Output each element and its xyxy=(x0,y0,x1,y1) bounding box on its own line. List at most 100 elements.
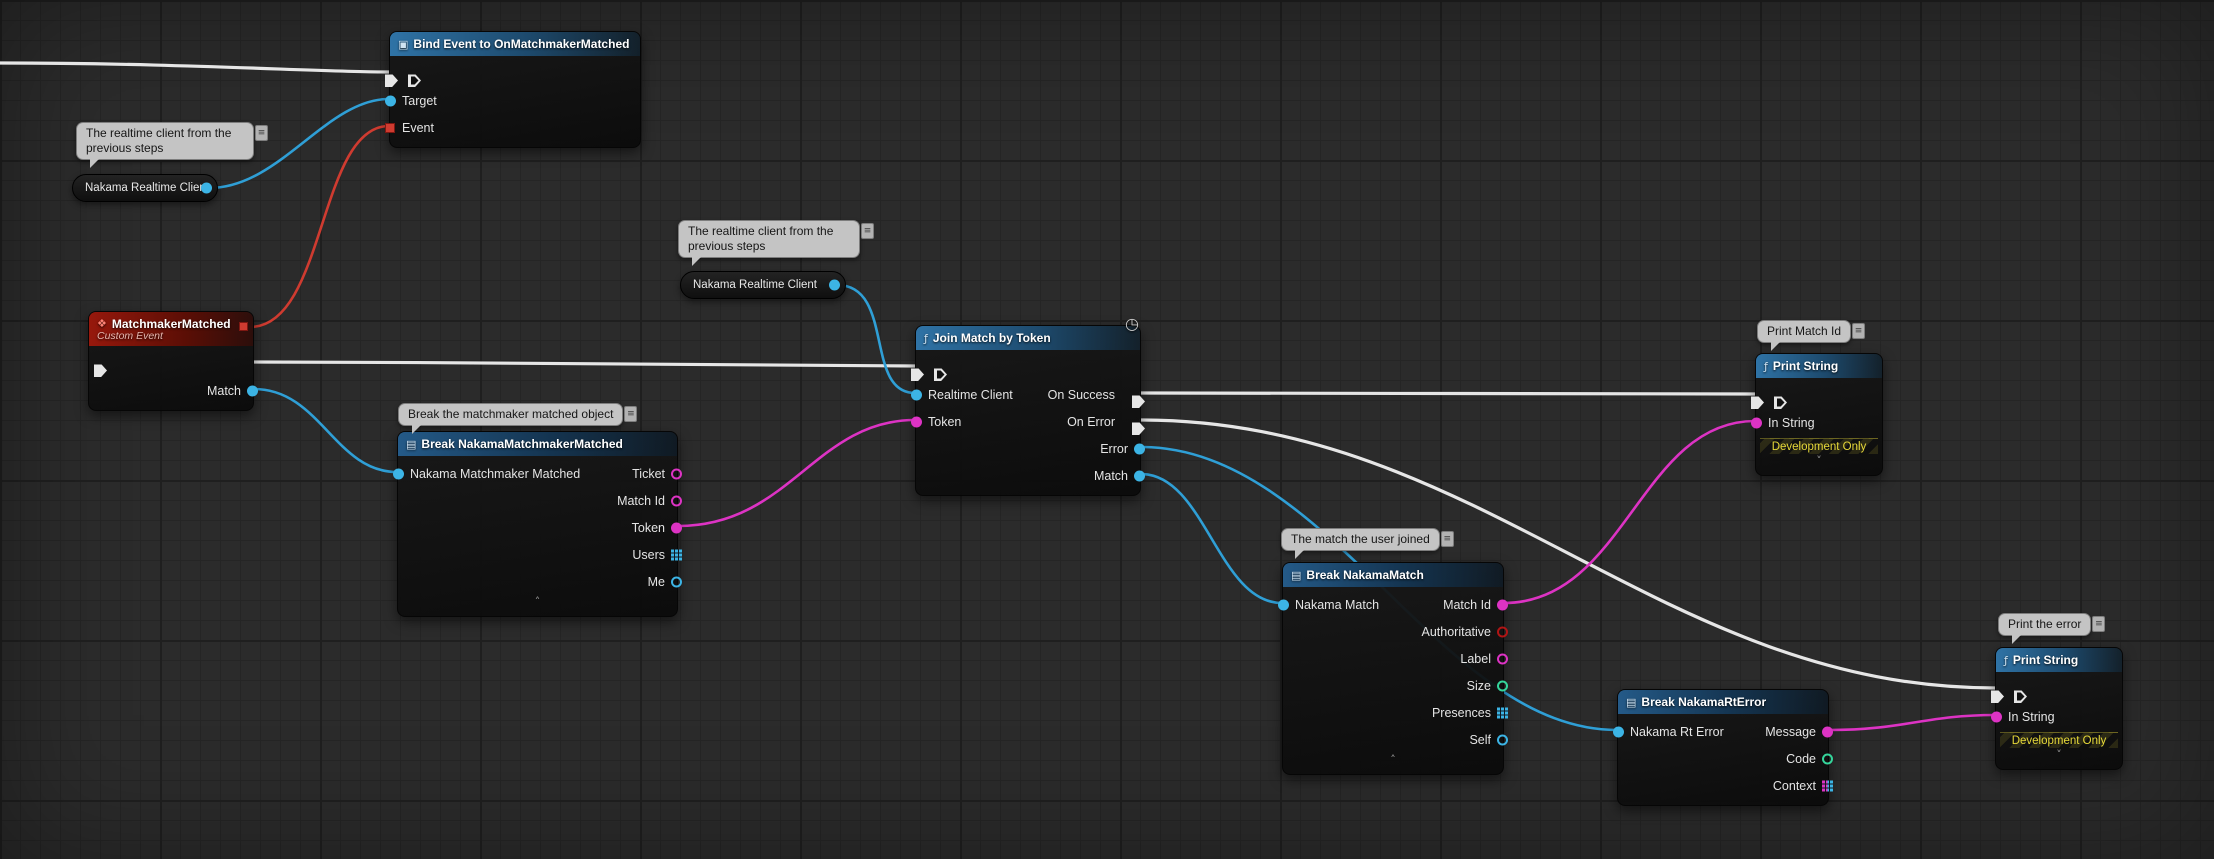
node-break-nakama-matchmaker-matched[interactable]: ▤ Break NakamaMatchmakerMatched Nakama M… xyxy=(393,431,682,617)
me-output-pin[interactable] xyxy=(671,576,682,587)
node-header[interactable]: ƒ Join Match by Token xyxy=(916,326,1140,350)
node-subtitle: Custom Event xyxy=(97,329,163,342)
pin-label: In String xyxy=(2008,709,2055,724)
node-header[interactable]: ▤ Break NakamaMatch xyxy=(1283,563,1503,587)
node-matchmaker-matched-event[interactable]: ❖ MatchmakerMatched Custom Event Match xyxy=(88,311,258,411)
pin-label: Match Id xyxy=(1443,597,1491,612)
exec-in-pin[interactable] xyxy=(385,74,398,87)
bubble-tab-icon[interactable]: ≡ xyxy=(1440,531,1454,547)
on-success-exec-pin[interactable] xyxy=(1132,395,1145,408)
node-nakama-realtime-client-1[interactable]: Nakama Realtime Client xyxy=(72,174,218,202)
bubble-tab-icon[interactable]: ≡ xyxy=(861,223,874,239)
comment-bubble-match-joined[interactable]: The match the user joined ≡ xyxy=(1281,528,1454,559)
token-pin[interactable] xyxy=(911,416,922,427)
expand-chevron-icon[interactable]: ˅ xyxy=(1756,454,1882,469)
node-join-match-by-token[interactable]: ◷ ƒ Join Match by Token Realtime Client … xyxy=(911,316,1145,496)
pin-row: Context xyxy=(1618,772,1833,799)
pin-label: Presences xyxy=(1431,705,1491,720)
self-output-pin[interactable] xyxy=(1497,734,1508,745)
output-pin-realtime-client[interactable] xyxy=(829,279,840,291)
pin-row: Token On Error xyxy=(911,408,1140,435)
collapse-chevron-icon[interactable]: ˄ xyxy=(398,595,677,610)
node-title: MatchmakerMatched xyxy=(111,316,231,331)
ticket-output-pin[interactable] xyxy=(671,468,682,479)
match-id-output-pin[interactable] xyxy=(1497,599,1508,610)
struct-input-pin[interactable] xyxy=(1613,726,1624,737)
output-pin-realtime-client[interactable] xyxy=(201,182,212,194)
event-delegate-pin[interactable] xyxy=(239,322,248,331)
pin-label: Token xyxy=(928,414,962,429)
message-output-pin[interactable] xyxy=(1822,726,1833,737)
node-header[interactable]: ▤ Break NakamaRtError xyxy=(1618,690,1828,714)
size-output-pin[interactable] xyxy=(1497,680,1508,691)
struct-input-pin[interactable] xyxy=(393,468,404,479)
error-output-pin[interactable] xyxy=(1134,443,1145,454)
break-struct-icon: ▤ xyxy=(1626,695,1637,709)
comment-bubble-print-error[interactable]: Print the error ≡ xyxy=(1998,613,2106,644)
code-output-pin[interactable] xyxy=(1822,753,1833,764)
context-map-output-pin[interactable] xyxy=(1822,780,1833,791)
pin-label: Label xyxy=(1460,651,1491,666)
latent-clock-icon: ◷ xyxy=(1125,314,1139,333)
on-error-exec-pin[interactable] xyxy=(1132,422,1145,435)
struct-input-pin[interactable] xyxy=(1278,599,1289,610)
node-print-string-2[interactable]: ƒ Print String In String Development Onl… xyxy=(1991,647,2123,770)
comment-text: The realtime client from the previous st… xyxy=(688,224,834,253)
pin-label: Nakama Rt Error xyxy=(1630,724,1724,739)
node-header[interactable]: ƒ Print String xyxy=(1756,354,1882,378)
function-icon: ƒ xyxy=(924,331,928,345)
bubble-tab-icon[interactable]: ≡ xyxy=(624,406,638,422)
node-break-nakama-match[interactable]: ▤ Break NakamaMatch Nakama Match Match I… xyxy=(1278,562,1508,775)
exec-out-pin[interactable] xyxy=(1774,396,1787,409)
comment-text: The realtime client from the previous st… xyxy=(86,126,232,155)
comment-bubble-realtime-top[interactable]: The realtime client from the previous st… xyxy=(76,122,268,168)
authoritative-output-pin[interactable] xyxy=(1497,626,1508,637)
target-pin[interactable] xyxy=(385,95,396,106)
exec-in-pin[interactable] xyxy=(1751,396,1764,409)
node-bind-event[interactable]: ▣ Bind Event to OnMatchmakerMatched Targ… xyxy=(385,31,641,148)
expand-chevron-icon[interactable]: ˅ xyxy=(1996,748,2122,763)
blueprint-canvas[interactable]: The realtime client from the previous st… xyxy=(0,0,2214,859)
node-print-string-1[interactable]: ƒ Print String In String Development Onl… xyxy=(1751,353,1883,476)
in-string-pin[interactable] xyxy=(1991,711,2002,722)
exec-out-pin[interactable] xyxy=(408,74,421,87)
realtime-client-pin[interactable] xyxy=(911,389,922,400)
collapse-chevron-icon[interactable]: ˄ xyxy=(1283,753,1503,768)
comment-bubble-realtime-mid[interactable]: The realtime client from the previous st… xyxy=(678,220,874,266)
bubble-tab-icon[interactable]: ≡ xyxy=(2092,616,2106,632)
match-output-pin[interactable] xyxy=(247,385,258,396)
pin-row: Size xyxy=(1283,672,1508,699)
users-array-output-pin[interactable] xyxy=(671,549,682,560)
node-header[interactable]: ƒ Print String xyxy=(1996,648,2122,672)
match-output-pin[interactable] xyxy=(1134,470,1145,481)
bubble-tab-icon[interactable]: ≡ xyxy=(255,125,268,141)
label-output-pin[interactable] xyxy=(1497,653,1508,664)
wire-delegate-event xyxy=(248,124,391,329)
comment-bubble-print-match-id[interactable]: Print Match Id ≡ xyxy=(1757,320,1866,351)
comment-text: Break the matchmaker matched object xyxy=(408,407,614,421)
pin-row: Error xyxy=(916,435,1145,462)
node-break-nakama-rterror[interactable]: ▤ Break NakamaRtError Nakama Rt Error Me… xyxy=(1613,689,1833,806)
token-output-pin[interactable] xyxy=(671,522,682,533)
comment-bubble-break-matchmaker[interactable]: Break the matchmaker matched object ≡ xyxy=(398,403,638,434)
node-nakama-realtime-client-2[interactable]: Nakama Realtime Client xyxy=(680,271,846,299)
pin-row xyxy=(1756,382,1882,409)
node-header[interactable]: ▣ Bind Event to OnMatchmakerMatched xyxy=(390,32,640,56)
exec-out-pin[interactable] xyxy=(934,368,947,381)
pin-row: In String xyxy=(1751,409,1882,436)
pin-label: Match xyxy=(1093,468,1128,483)
pin-label: Self xyxy=(1469,732,1491,747)
node-header[interactable]: ▤ Break NakamaMatchmakerMatched xyxy=(398,432,677,456)
match-id-output-pin[interactable] xyxy=(671,495,682,506)
exec-in-pin[interactable] xyxy=(1991,690,2004,703)
exec-out-pin[interactable] xyxy=(94,364,107,377)
presences-array-output-pin[interactable] xyxy=(1497,707,1508,718)
exec-in-pin[interactable] xyxy=(911,368,924,381)
bubble-tab-icon[interactable]: ≡ xyxy=(1852,323,1866,339)
node-header[interactable]: ❖ MatchmakerMatched Custom Event xyxy=(89,312,253,346)
exec-out-pin[interactable] xyxy=(2014,690,2027,703)
in-string-pin[interactable] xyxy=(1751,417,1762,428)
pin-label: In String xyxy=(1768,415,1815,430)
event-delegate-pin[interactable] xyxy=(385,122,395,133)
wire-exec-onsuccess-to-print xyxy=(1139,391,1757,396)
